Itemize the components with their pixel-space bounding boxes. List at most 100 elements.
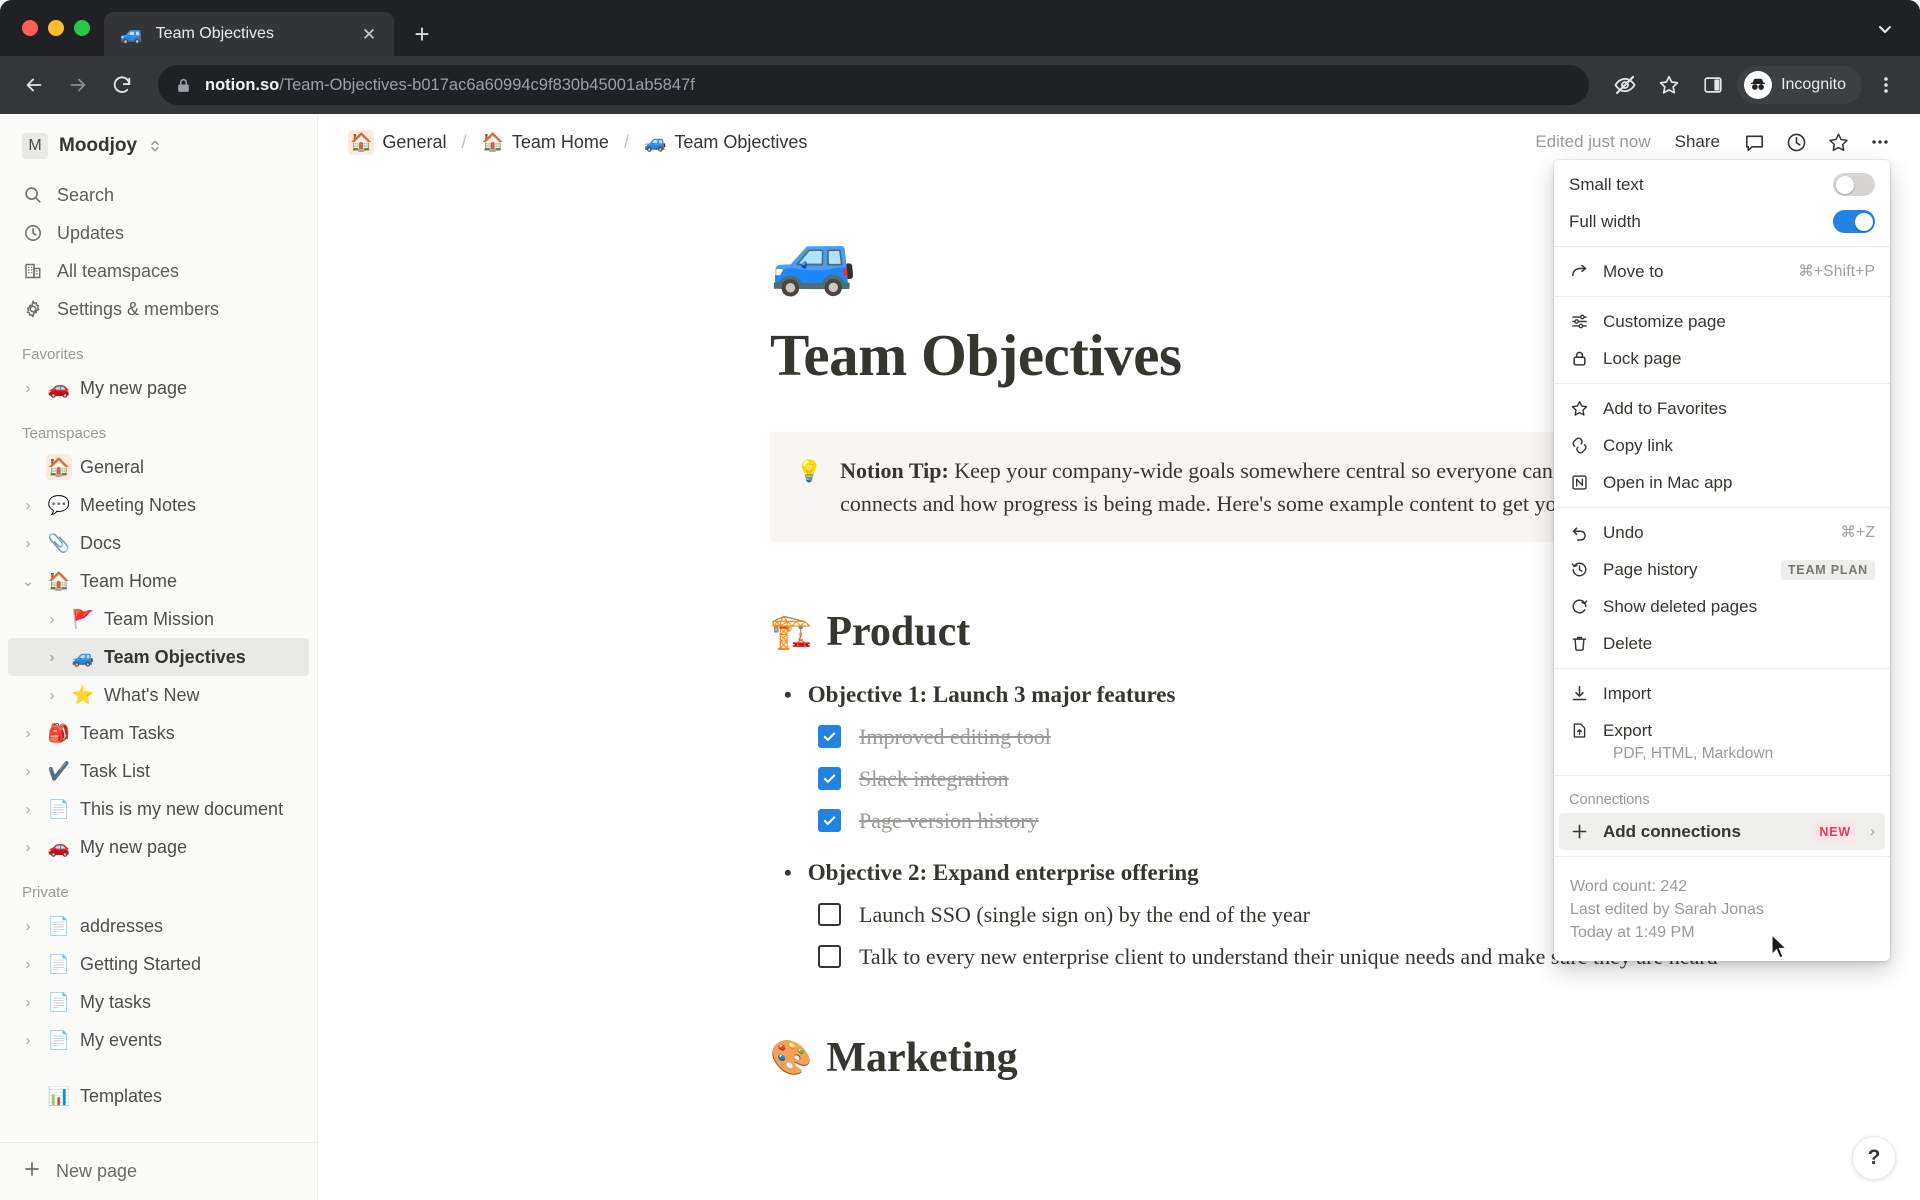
chevron-right-icon[interactable]: › — [18, 497, 38, 514]
menu-item-lock-page[interactable]: Lock page — [1559, 340, 1885, 377]
menu-item-customize-page[interactable]: Customize page — [1559, 303, 1885, 340]
sidebar-tree-item-whats-new[interactable]: › ⭐ What's New — [8, 676, 309, 714]
reload-icon[interactable] — [102, 65, 142, 105]
callout-bold-prefix: Notion Tip: — [840, 457, 949, 483]
sidebar-tree-item-docs[interactable]: › 📎 Docs — [8, 524, 309, 562]
chevron-right-icon[interactable]: › — [42, 611, 62, 628]
close-tab-icon[interactable]: ✕ — [356, 21, 382, 47]
chevron-down-icon[interactable]: ⌄ — [18, 572, 38, 590]
sidebar-tree-item-templates[interactable]: › 📊 Templates — [8, 1077, 309, 1115]
small-text-toggle[interactable] — [1833, 173, 1875, 196]
menu-item-import[interactable]: Import — [1559, 675, 1885, 712]
new-page-button[interactable]: New page — [0, 1142, 317, 1200]
minimize-window-button[interactable] — [48, 20, 64, 36]
history-icon[interactable] — [1778, 124, 1814, 160]
chevron-right-icon[interactable]: › — [18, 725, 38, 742]
sidebar-tree-item-team-home[interactable]: ⌄ 🏠 Team Home — [8, 562, 309, 600]
close-window-button[interactable] — [22, 20, 38, 36]
sidebar-tree-item-getting-started[interactable]: › 📄 Getting Started — [8, 945, 309, 983]
sidebar-tree-item-this-is-my-new-document[interactable]: › 📄 This is my new document — [8, 790, 309, 828]
sidebar-item-label: My new page — [80, 377, 188, 398]
share-button[interactable]: Share — [1665, 126, 1730, 158]
chevron-right-icon[interactable]: › — [18, 918, 38, 935]
page-emoji-icon: 🚙 — [71, 646, 95, 667]
notion-app: M Moodjoy Search Updates All teamspaces … — [0, 114, 1920, 1200]
sidebar-tree-item-my-tasks[interactable]: › 📄 My tasks — [8, 983, 309, 1021]
workspace-switcher[interactable]: M Moodjoy — [8, 124, 309, 168]
menu-divider — [1554, 507, 1890, 508]
maximize-window-button[interactable] — [74, 20, 90, 36]
tab-search-chevron-down-icon[interactable] — [1868, 14, 1902, 44]
chevron-updown-icon[interactable] — [148, 138, 162, 154]
chevron-right-icon[interactable]: › — [18, 994, 38, 1011]
sidebar-tree-item-meeting-notes[interactable]: › 💬 Meeting Notes — [8, 486, 309, 524]
help-button[interactable]: ? — [1852, 1136, 1896, 1180]
checkbox-unchecked-icon[interactable] — [818, 903, 841, 927]
sidebar-tree-item-task-list[interactable]: › ✔️ Task List — [8, 752, 309, 790]
menu-item-copy-link[interactable]: Copy link — [1559, 427, 1885, 464]
palette-emoji-icon: 🎨 — [770, 1039, 813, 1077]
checkbox-checked-icon[interactable] — [818, 725, 841, 749]
checkbox-unchecked-icon[interactable] — [818, 945, 841, 969]
chevron-right-icon[interactable]: › — [18, 956, 38, 973]
eye-off-icon[interactable] — [1605, 65, 1645, 105]
checkbox-checked-icon[interactable] — [818, 767, 841, 791]
home-emoji-icon: 🏠 — [481, 131, 504, 152]
menu-item-export[interactable]: Export — [1559, 712, 1885, 749]
menu-item-undo[interactable]: Undo ⌘+Z — [1559, 514, 1885, 551]
chevron-right-icon[interactable]: › — [42, 649, 62, 666]
chevron-right-icon[interactable]: › — [18, 763, 38, 780]
breadcrumb-item-team-home[interactable]: 🏠 Team Home — [475, 129, 614, 156]
chevron-right-icon[interactable]: › — [18, 1032, 38, 1049]
word-count: Word count: 242 — [1570, 878, 1688, 895]
sidebar-tree-item-my-events[interactable]: › 📄 My events — [8, 1021, 309, 1059]
browser-menu-kebab-icon[interactable] — [1866, 65, 1906, 105]
side-panel-icon[interactable] — [1693, 65, 1733, 105]
star-icon[interactable] — [1820, 124, 1856, 160]
forward-icon[interactable] — [58, 65, 98, 105]
checkbox-checked-icon[interactable] — [818, 809, 841, 833]
address-bar[interactable]: notion.so/Team-Objectives-b017ac6a60994c… — [158, 65, 1590, 105]
sidebar-item-updates[interactable]: Updates — [8, 214, 309, 252]
chevron-right-icon[interactable]: › — [42, 687, 62, 704]
back-icon[interactable] — [14, 65, 54, 105]
menu-toggle-full-width[interactable]: Full width — [1559, 203, 1885, 240]
sidebar-item-settings-members[interactable]: Settings & members — [8, 290, 309, 328]
sidebar-tree-item-team-tasks[interactable]: › 🎒 Team Tasks — [8, 714, 309, 752]
gear-icon — [22, 299, 44, 319]
sidebar-item-search[interactable]: Search — [8, 176, 309, 214]
menu-item-show-deleted-pages[interactable]: Show deleted pages — [1559, 588, 1885, 625]
menu-item-add-connections[interactable]: Add connections NEW › — [1559, 813, 1885, 850]
sidebar-scroll[interactable]: M Moodjoy Search Updates All teamspaces … — [0, 114, 317, 1142]
sidebar-tree-item-team-mission[interactable]: › 🚩 Team Mission — [8, 600, 309, 638]
more-options-icon[interactable] — [1862, 124, 1898, 160]
section-heading-marketing[interactable]: 🎨 Marketing — [770, 1034, 1800, 1082]
breadcrumb-item-general[interactable]: 🏠 General — [342, 127, 452, 158]
breadcrumb-item-team-objectives[interactable]: 🚙 Team Objectives — [638, 129, 813, 156]
menu-label: Export — [1603, 720, 1653, 740]
sidebar-tree-item-addresses[interactable]: › 📄 addresses — [8, 907, 309, 945]
menu-item-move-to[interactable]: Move to ⌘+Shift+P — [1559, 253, 1885, 290]
chevron-right-icon[interactable]: › — [18, 535, 38, 552]
menu-item-open-in-mac-app[interactable]: Open in Mac app — [1559, 464, 1885, 501]
full-width-toggle[interactable] — [1833, 210, 1875, 233]
bullet-dot-icon: • — [784, 859, 792, 885]
menu-toggle-small-text[interactable]: Small text — [1559, 166, 1885, 203]
bookmark-star-icon[interactable] — [1649, 65, 1689, 105]
browser-tab[interactable]: 🚙 Team Objectives ✕ — [104, 12, 394, 56]
sidebar-tree-item-my-new-page[interactable]: › 🚗 My new page — [8, 828, 309, 866]
menu-item-delete[interactable]: Delete — [1559, 625, 1885, 662]
chevron-right-icon[interactable]: › — [18, 801, 38, 818]
menu-item-page-history[interactable]: Page history TEAM PLAN — [1559, 551, 1885, 588]
new-tab-button[interactable]: + — [402, 14, 442, 54]
sidebar-item-all-teamspaces[interactable]: All teamspaces — [8, 252, 309, 290]
chevron-right-icon[interactable]: › — [18, 380, 38, 397]
main-content: 🏠 General / 🏠 Team Home / 🚙 Team Objecti… — [318, 114, 1920, 1200]
profile-incognito-chip[interactable]: Incognito — [1737, 66, 1862, 104]
comment-icon[interactable] — [1736, 124, 1772, 160]
chevron-right-icon[interactable]: › — [18, 839, 38, 856]
sidebar-tree-item-general[interactable]: › 🏠 General — [8, 448, 309, 486]
sidebar-tree-item-team-objectives[interactable]: › 🚙 Team Objectives — [8, 638, 309, 676]
sidebar-tree-item[interactable]: › 🚗 My new page — [8, 369, 309, 407]
menu-item-add-to-favorites[interactable]: Add to Favorites — [1559, 390, 1885, 427]
